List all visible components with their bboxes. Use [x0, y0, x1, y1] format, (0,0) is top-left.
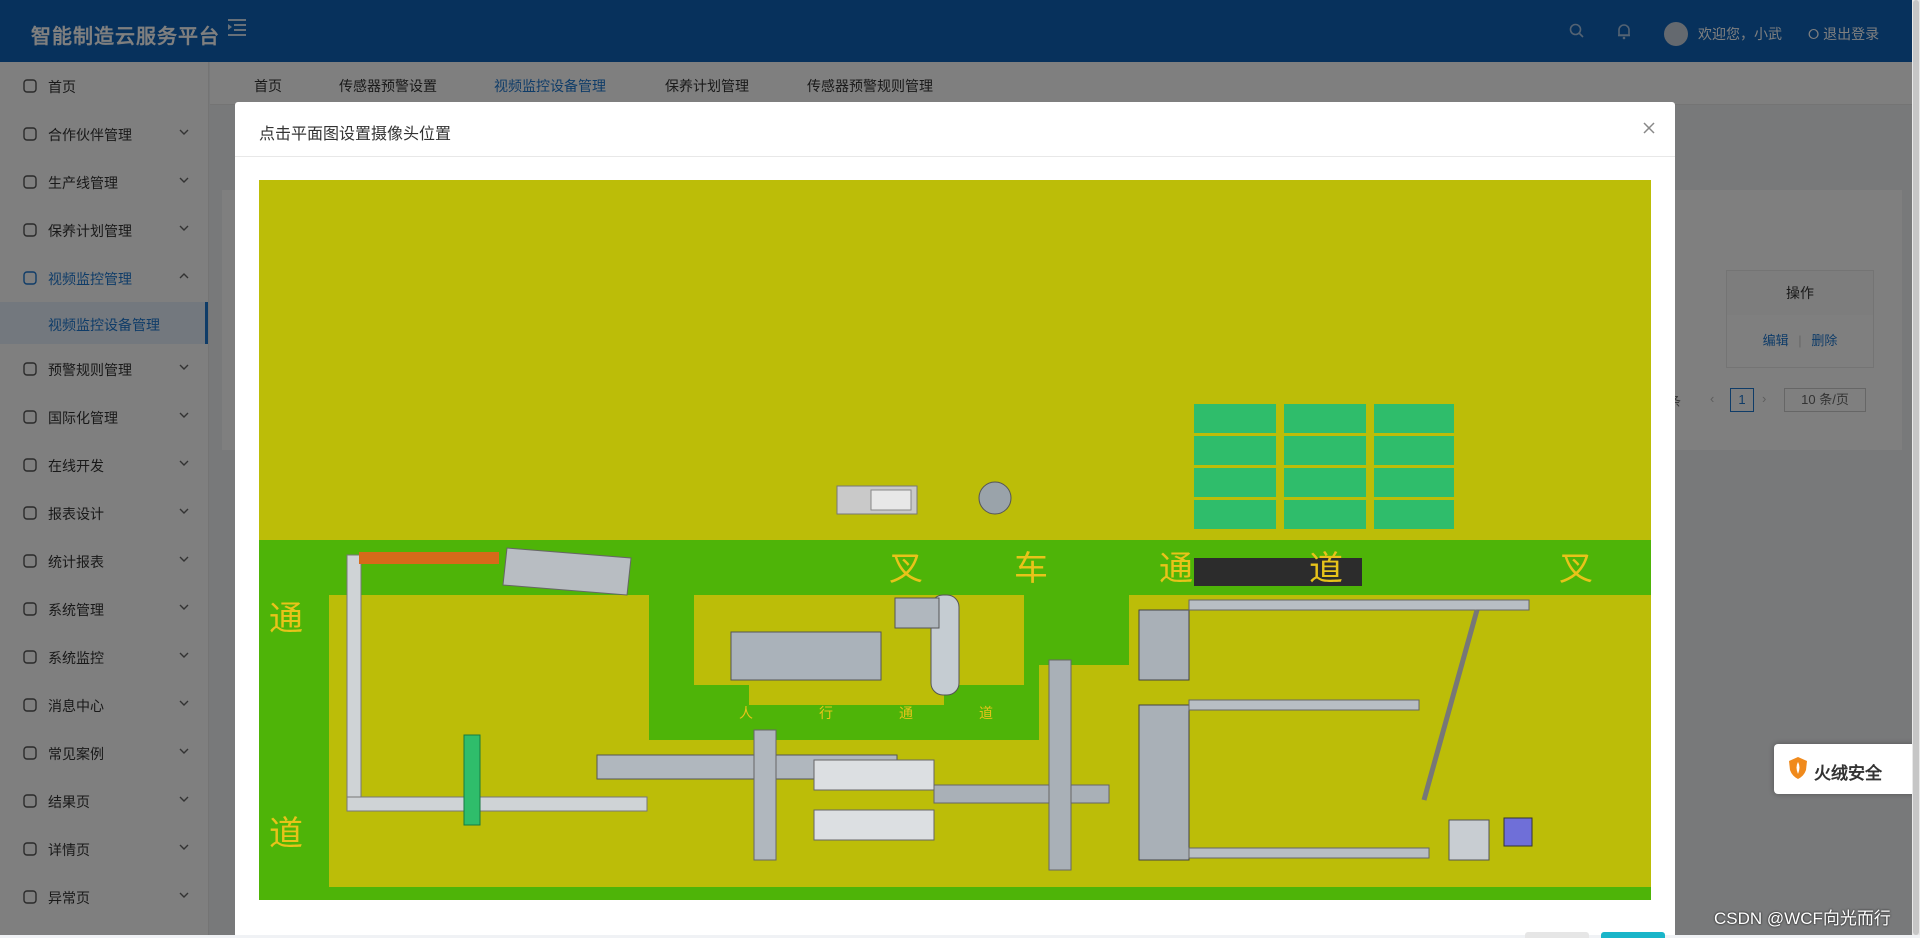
bottom-aisle [259, 887, 1651, 900]
conveyor-left [346, 554, 362, 806]
aisle-label: 道 [269, 814, 303, 854]
scrollbar[interactable] [1912, 0, 1920, 935]
machine-right-1 [1138, 609, 1190, 681]
aisle-label: 人 [739, 706, 753, 722]
aisle-label: 通 [1159, 549, 1193, 589]
green-belt [463, 734, 481, 826]
watermark: CSDN @WCF向光而行 [1714, 909, 1891, 928]
machine-right-2 [1138, 704, 1190, 861]
modal-title: 点击平面图设置摄像头位置 [259, 126, 452, 143]
aisle-label: 通 [899, 706, 913, 722]
floor-plan-image[interactable]: 叉 车 通 道 叉 通 道 人 行 通 道 [259, 180, 1651, 900]
huorong-badge[interactable]: 火绒安全 [1774, 744, 1920, 794]
hopper [1448, 819, 1490, 861]
badge-label: 火绒安全 [1814, 764, 1882, 783]
cancel-button[interactable] [1525, 932, 1589, 938]
machine-cluster-1 [813, 759, 935, 791]
aisle-label: 通 [269, 599, 303, 639]
aisle-label: 车 [1014, 549, 1048, 589]
aisle-label: 道 [979, 706, 993, 722]
machine-press [730, 631, 882, 681]
close-icon[interactable] [1641, 120, 1657, 136]
aisle-label: 叉 [1559, 549, 1593, 589]
conveyor-orange [359, 552, 499, 564]
aisle-label: 道 [1309, 549, 1343, 589]
aisle-label: 叉 [889, 549, 923, 589]
shield-icon [1789, 757, 1807, 779]
inner-aisle-mid [1039, 540, 1129, 665]
camera-position-modal: 点击平面图设置摄像头位置 叉 车 通 道 叉 通 道 人 行 通 道 [235, 102, 1675, 938]
confirm-button[interactable] [1601, 932, 1665, 938]
conveyor-bottom [346, 796, 648, 812]
aisle-label: 行 [819, 706, 833, 722]
control-box [1503, 817, 1533, 847]
modal-header: 点击平面图设置摄像头位置 [235, 102, 1675, 157]
machine-cluster-2 [813, 809, 935, 841]
